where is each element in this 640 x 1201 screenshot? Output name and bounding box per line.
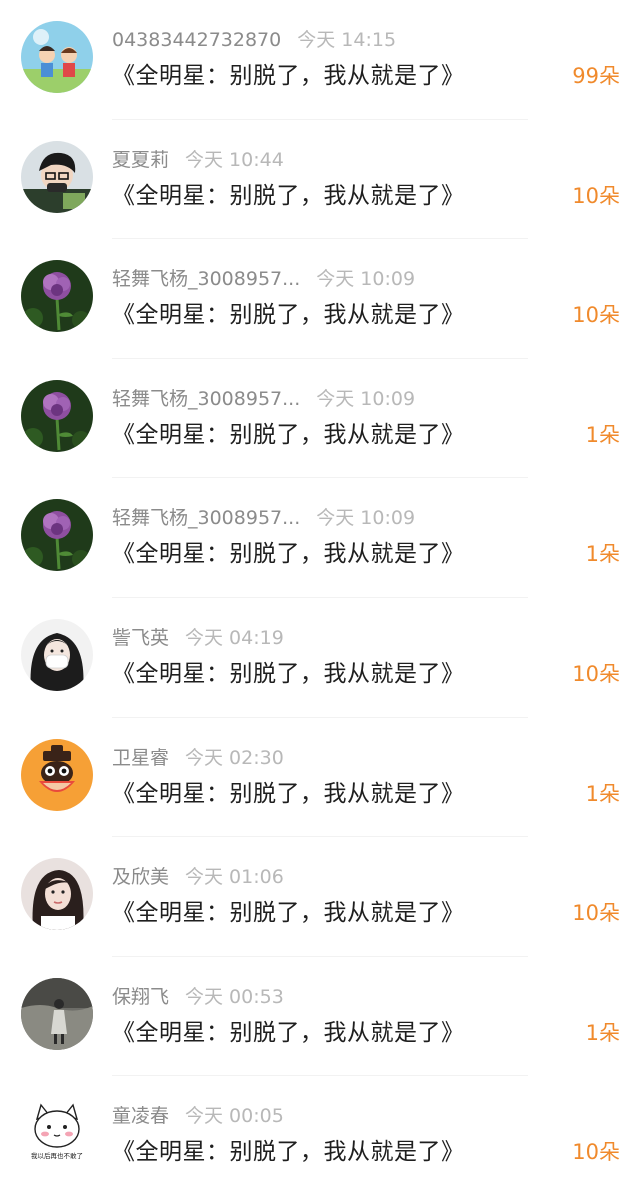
- meta-row: 04383442732870 今天 14:15: [112, 26, 396, 54]
- meta-row: 卫星睿 今天 02:30: [112, 744, 284, 772]
- girl-portrait-avatar[interactable]: [21, 858, 93, 931]
- avatar-caption: 我以后再也不敢了: [31, 1151, 83, 1160]
- list-item[interactable]: 夏夏莉 今天 10:44 《全明星：别脱了，我从就是了》 10朵: [0, 120, 640, 240]
- book-title: 《全明星：别脱了，我从就是了》: [112, 421, 465, 448]
- meta-row: 轻舞飞杨_3008957... 今天 10:09: [112, 385, 415, 413]
- list-item[interactable]: 及欣美 今天 01:06 《全明星：别脱了，我从就是了》 10朵: [0, 837, 640, 957]
- gift-count: 10朵: [572, 1140, 620, 1165]
- meta-row: 童凌春 今天 00:05: [112, 1102, 284, 1130]
- timestamp: 今天 00:53: [185, 985, 284, 1008]
- meta-row: 夏夏莉 今天 10:44: [112, 146, 284, 174]
- user-name[interactable]: 卫星睿: [112, 747, 169, 769]
- book-title: 《全明星：别脱了，我从就是了》: [112, 182, 465, 209]
- gift-count: 10朵: [572, 661, 620, 686]
- timestamp: 今天 04:19: [185, 626, 284, 649]
- gift-count: 1朵: [585, 542, 620, 567]
- user-name[interactable]: 童凌春: [112, 1105, 169, 1127]
- purple-rose-avatar[interactable]: [21, 260, 93, 333]
- book-title: 《全明星：别脱了，我从就是了》: [112, 780, 465, 807]
- list-item[interactable]: 保翔飞 今天 00:53 《全明星：别脱了，我从就是了》 1朵: [0, 957, 640, 1077]
- list-item[interactable]: 訾飞英 今天 04:19 《全明星：别脱了，我从就是了》 10朵: [0, 598, 640, 718]
- gift-count: 10朵: [572, 183, 620, 208]
- gift-count: 1朵: [585, 422, 620, 447]
- list-item[interactable]: 轻舞飞杨_3008957... 今天 10:09 《全明星：别脱了，我从就是了》 …: [0, 359, 640, 479]
- user-name[interactable]: 04383442732870: [112, 29, 281, 51]
- list-item[interactable]: 轻舞飞杨_3008957... 今天 10:09 《全明星：别脱了，我从就是了》 …: [0, 239, 640, 359]
- timestamp: 今天 10:44: [185, 148, 284, 171]
- user-name[interactable]: 轻舞飞杨_3008957...: [112, 388, 300, 410]
- user-name[interactable]: 轻舞飞杨_3008957...: [112, 507, 300, 529]
- boy-glasses-avatar[interactable]: [21, 140, 93, 213]
- book-title: 《全明星：别脱了，我从就是了》: [112, 660, 465, 687]
- book-title: 《全明星：别脱了，我从就是了》: [112, 63, 465, 89]
- book-title: 《全明星：别脱了，我从就是了》: [112, 302, 465, 329]
- purple-rose-avatar[interactable]: [21, 499, 93, 572]
- anime-kids-avatar[interactable]: [21, 21, 93, 93]
- user-name[interactable]: 夏夏莉: [112, 149, 169, 171]
- gift-count: 1朵: [585, 781, 620, 806]
- purple-rose-avatar[interactable]: [21, 379, 93, 452]
- timestamp: 今天 10:09: [316, 268, 416, 291]
- book-title: 《全明星：别脱了，我从就是了》: [112, 1019, 465, 1046]
- meta-row: 轻舞飞杨_3008957... 今天 10:09: [112, 504, 415, 532]
- meta-row: 訾飞英 今天 04:19: [112, 624, 284, 652]
- list-item[interactable]: 轻舞飞杨_3008957... 今天 10:09 《全明星：别脱了，我从就是了》 …: [0, 478, 640, 598]
- meta-row: 保翔飞 今天 00:53: [112, 983, 284, 1011]
- meta-row: 及欣美 今天 01:06: [112, 863, 284, 891]
- book-title: 《全明星：别脱了，我从就是了》: [112, 1139, 465, 1166]
- cat-cartoon-avatar[interactable]: 我以后再也不敢了: [21, 1097, 93, 1170]
- list-item[interactable]: 我以后再也不敢了 童凌春 今天 00:05 《全明星：别脱了，我从就是了》 10朵: [0, 1076, 640, 1196]
- timestamp: 今天 10:09: [316, 387, 416, 410]
- timestamp: 今天 10:09: [316, 507, 416, 530]
- gift-count: 99朵: [572, 64, 620, 88]
- user-name[interactable]: 保翔飞: [112, 986, 169, 1008]
- girl-mask-avatar[interactable]: [21, 618, 93, 691]
- gift-count: 10朵: [572, 901, 620, 926]
- monkey-cartoon-avatar[interactable]: [21, 738, 93, 811]
- timestamp: 今天 00:05: [185, 1105, 284, 1128]
- book-title: 《全明星：别脱了，我从就是了》: [112, 900, 465, 927]
- book-title: 《全明星：别脱了，我从就是了》: [112, 541, 465, 568]
- dark-figure-avatar[interactable]: [21, 977, 93, 1050]
- timestamp: 今天 14:15: [297, 29, 397, 51]
- meta-row: 轻舞飞杨_3008957... 今天 10:09: [112, 265, 415, 293]
- gift-count: 10朵: [572, 303, 620, 328]
- gift-count: 1朵: [585, 1020, 620, 1045]
- user-name[interactable]: 轻舞飞杨_3008957...: [112, 268, 300, 290]
- timestamp: 今天 02:30: [185, 746, 284, 769]
- timestamp: 今天 01:06: [185, 866, 284, 889]
- user-name[interactable]: 訾飞英: [112, 627, 169, 649]
- gift-record-list: 04383442732870 今天 14:15 《全明星：别脱了，我从就是了》 9…: [0, 0, 640, 1196]
- user-name[interactable]: 及欣美: [112, 866, 169, 888]
- list-item[interactable]: 04383442732870 今天 14:15 《全明星：别脱了，我从就是了》 9…: [0, 0, 640, 120]
- list-item[interactable]: 卫星睿 今天 02:30 《全明星：别脱了，我从就是了》 1朵: [0, 718, 640, 838]
